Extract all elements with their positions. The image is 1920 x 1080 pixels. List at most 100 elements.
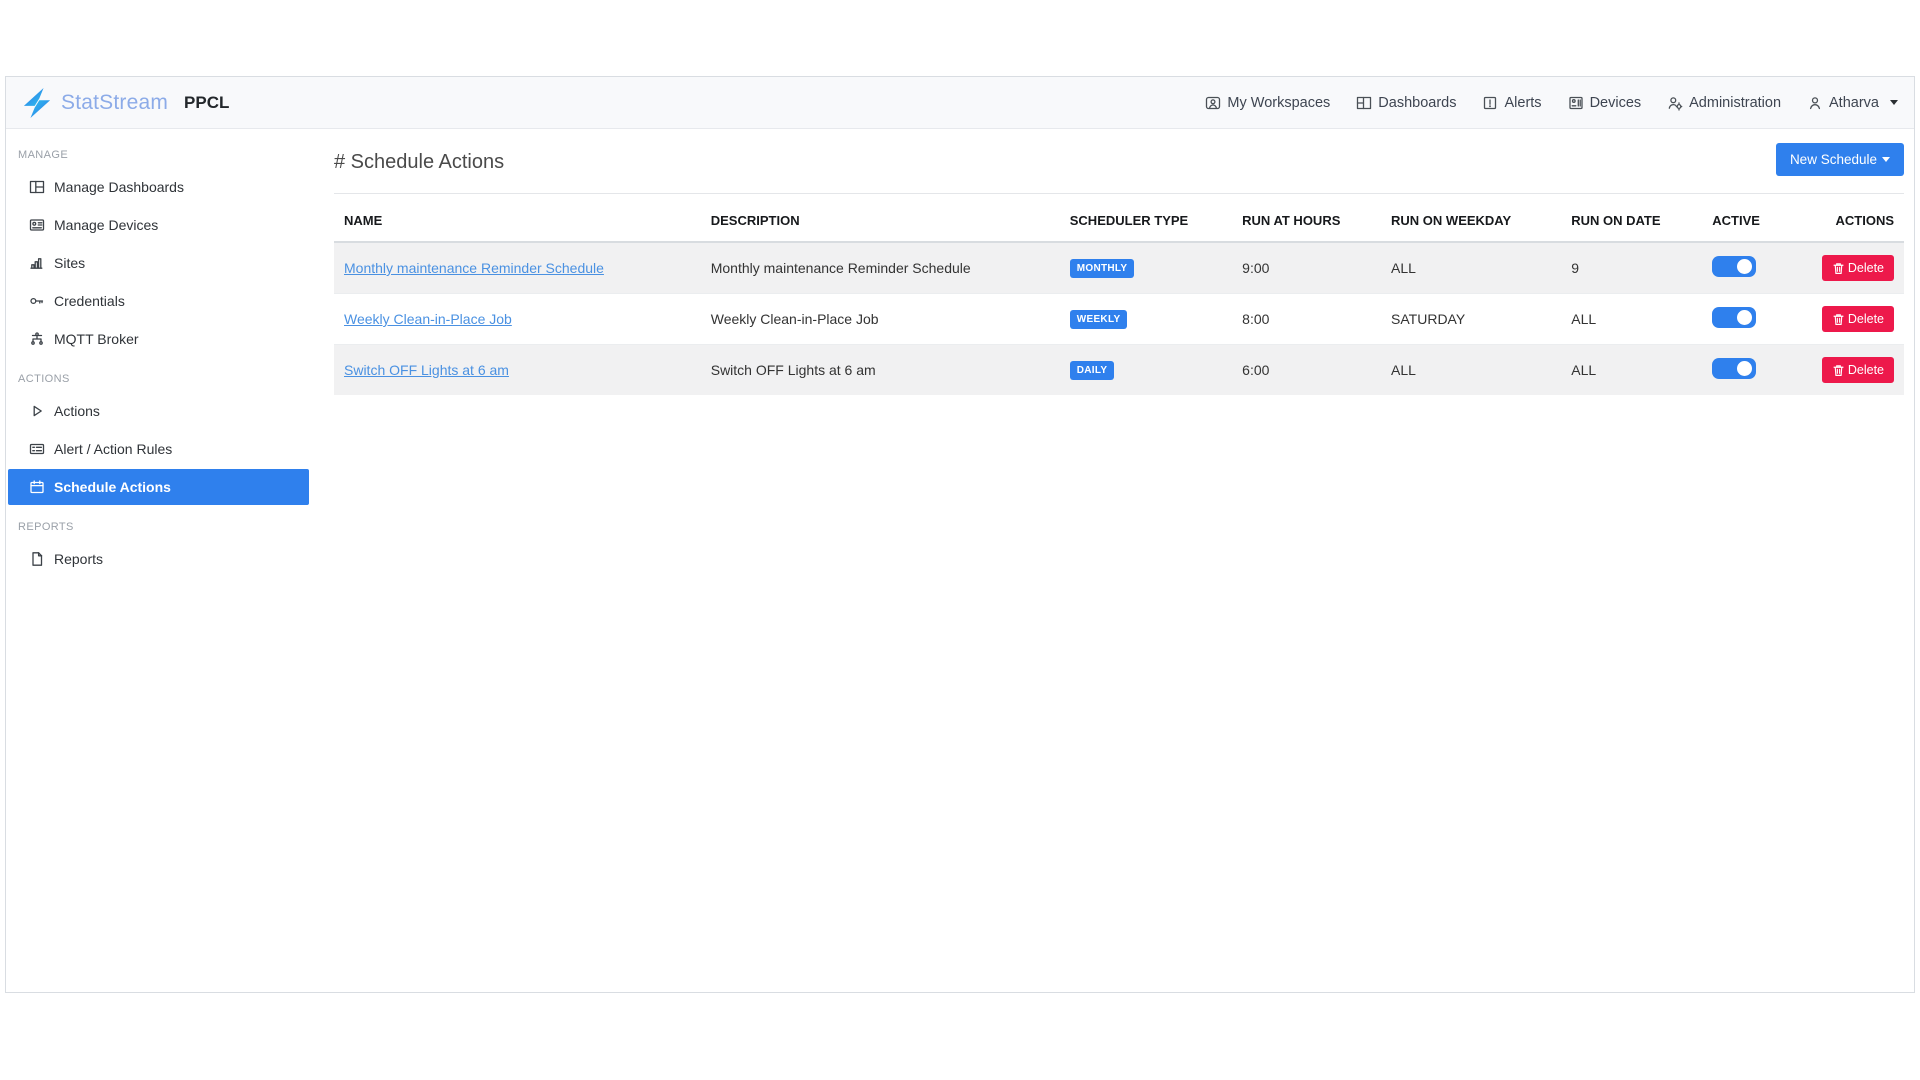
alert-action-rules-icon (29, 441, 45, 457)
nav-item-label: Devices (1589, 94, 1642, 111)
sidebar-item-sites[interactable]: Sites (8, 245, 309, 281)
sidebar-item-manage-devices[interactable]: Manage Devices (8, 207, 309, 243)
delete-button[interactable]: Delete (1821, 306, 1894, 332)
column-header-run-on-weekday: RUN ON WEEKDAY (1381, 200, 1562, 243)
delete-button-label: Delete (1847, 312, 1884, 326)
schedule-description: Weekly Clean-in-Place Job (700, 293, 1060, 345)
nav-item-devices[interactable]: Devices (1568, 94, 1642, 111)
table-row: Switch OFF Lights at 6 am Switch OFF Ligh… (334, 344, 1904, 395)
nav-item-alerts[interactable]: Alerts (1482, 94, 1542, 111)
schedule-name-link[interactable]: Weekly Clean-in-Place Job (344, 311, 512, 327)
reports-icon (29, 551, 45, 567)
delete-button-label: Delete (1847, 261, 1884, 275)
table-header-row: NAME DESCRIPTION SCHEDULER TYPE RUN AT HOUR… (334, 200, 1904, 243)
column-header-run-on-date: RUN ON DATE (1561, 200, 1703, 243)
sidebar-section-title: ACTIONS (18, 373, 70, 385)
nav-item-label: Alerts (1504, 94, 1542, 111)
sidebar: MANAGE Manage Dashboards Manage Devices Sit… (6, 129, 311, 992)
run-at-hours-value: 9:00 (1232, 241, 1382, 294)
nav-item-my-workspaces[interactable]: My Workspaces (1205, 95, 1330, 111)
sidebar-item-actions[interactable]: Actions (8, 393, 309, 429)
scheduler-type-badge: MONTHLY (1069, 259, 1135, 278)
manage-devices-icon (29, 217, 45, 233)
page-title: # Schedule Actions (334, 151, 505, 173)
column-header-name: NAME (334, 200, 701, 243)
administration-icon (1667, 95, 1683, 111)
run-at-hours-value: 8:00 (1232, 293, 1382, 345)
trash-icon (1832, 262, 1845, 275)
workspaces-icon (1205, 95, 1221, 111)
column-header-run-at-hours: RUN AT HOURS (1232, 200, 1382, 243)
sidebar-item-label: Actions (54, 403, 100, 419)
sidebar-item-label: Reports (54, 551, 104, 567)
schedule-actions-icon (29, 479, 45, 495)
run-at-hours-value: 6:00 (1232, 344, 1382, 395)
app-window: StatStream PPCL My Workspaces Dashboards A… (5, 76, 1915, 993)
run-on-date-value: 9 (1561, 241, 1703, 294)
sidebar-item-mqtt-broker[interactable]: MQTT Broker (8, 321, 309, 357)
sidebar-item-credentials[interactable]: Credentials (8, 283, 309, 319)
sidebar-section-title: MANAGE (18, 149, 69, 161)
user-name: Atharva (1829, 94, 1879, 111)
sidebar-item-alert-action-rules[interactable]: Alert / Action Rules (8, 431, 309, 467)
sidebar-item-label: Manage Devices (54, 217, 159, 233)
manage-dashboards-icon (29, 179, 45, 195)
active-toggle[interactable] (1712, 256, 1757, 277)
sidebar-item-label: Alert / Action Rules (54, 441, 173, 457)
schedule-name-link[interactable]: Monthly maintenance Reminder Schedule (344, 260, 604, 276)
scheduler-type-badge: DAILY (1069, 361, 1115, 380)
delete-button-label: Delete (1847, 363, 1884, 377)
run-on-date-value: ALL (1561, 344, 1703, 395)
schedule-description: Monthly maintenance Reminder Schedule (700, 241, 1060, 294)
top-nav: My Workspaces Dashboards Alerts Devices Admi… (1205, 95, 1898, 111)
actions-icon (29, 403, 45, 419)
active-toggle[interactable] (1712, 358, 1757, 379)
run-on-weekday-value: ALL (1381, 344, 1562, 395)
caret-down-icon (1882, 157, 1890, 162)
title-divider (334, 193, 1904, 194)
alerts-icon (1482, 95, 1498, 111)
workspace-name: PPCL (184, 92, 230, 112)
sidebar-item-schedule-actions[interactable]: Schedule Actions (8, 469, 309, 505)
brand[interactable]: StatStream PPCL (22, 87, 230, 118)
sidebar-item-label: Credentials (54, 293, 125, 309)
credentials-icon (29, 293, 45, 309)
trash-icon (1832, 313, 1845, 326)
sidebar-section-title: REPORTS (18, 521, 74, 533)
column-header-scheduler-type: SCHEDULER TYPE (1059, 200, 1233, 243)
brand-name: StatStream (61, 90, 169, 114)
new-schedule-button[interactable]: New Schedule (1775, 143, 1904, 176)
run-on-weekday-value: SATURDAY (1381, 293, 1562, 345)
run-on-weekday-value: ALL (1381, 241, 1562, 294)
column-header-active: ACTIVE (1702, 200, 1812, 243)
nav-item-dashboards[interactable]: Dashboards (1356, 95, 1456, 111)
table-row: Monthly maintenance Reminder Schedule Mon… (334, 241, 1904, 294)
devices-icon (1568, 95, 1584, 111)
delete-button[interactable]: Delete (1821, 357, 1894, 383)
sidebar-item-label: MQTT Broker (54, 331, 139, 347)
column-header-actions: ACTIONS (1811, 200, 1904, 243)
caret-down-icon (1890, 100, 1898, 105)
user-icon (1807, 95, 1823, 111)
main-content: # Schedule Actions New Schedule NAME DESC… (311, 129, 1914, 992)
schedule-name-link[interactable]: Switch OFF Lights at 6 am (344, 362, 509, 378)
sites-icon (29, 255, 45, 271)
sidebar-item-manage-dashboards[interactable]: Manage Dashboards (8, 169, 309, 205)
sidebar-item-reports[interactable]: Reports (8, 541, 309, 577)
active-toggle[interactable] (1712, 307, 1757, 328)
delete-button[interactable]: Delete (1821, 255, 1894, 281)
mqtt-broker-icon (29, 331, 45, 347)
run-on-date-value: ALL (1561, 293, 1703, 345)
dashboards-icon (1356, 95, 1372, 111)
user-menu[interactable]: Atharva (1807, 95, 1898, 111)
sidebar-item-label: Manage Dashboards (54, 179, 184, 195)
sidebar-item-label: Schedule Actions (54, 479, 171, 495)
nav-item-administration[interactable]: Administration (1667, 95, 1781, 111)
table-row: Weekly Clean-in-Place Job Weekly Clean-in… (334, 293, 1904, 345)
schedule-description: Switch OFF Lights at 6 am (700, 344, 1060, 395)
schedule-actions-table: NAME DESCRIPTION SCHEDULER TYPE RUN AT HOUR… (334, 200, 1904, 395)
trash-icon (1832, 364, 1845, 377)
nav-item-label: Dashboards (1378, 94, 1457, 111)
column-header-description: DESCRIPTION (700, 200, 1060, 243)
scheduler-type-badge: WEEKLY (1069, 310, 1128, 329)
